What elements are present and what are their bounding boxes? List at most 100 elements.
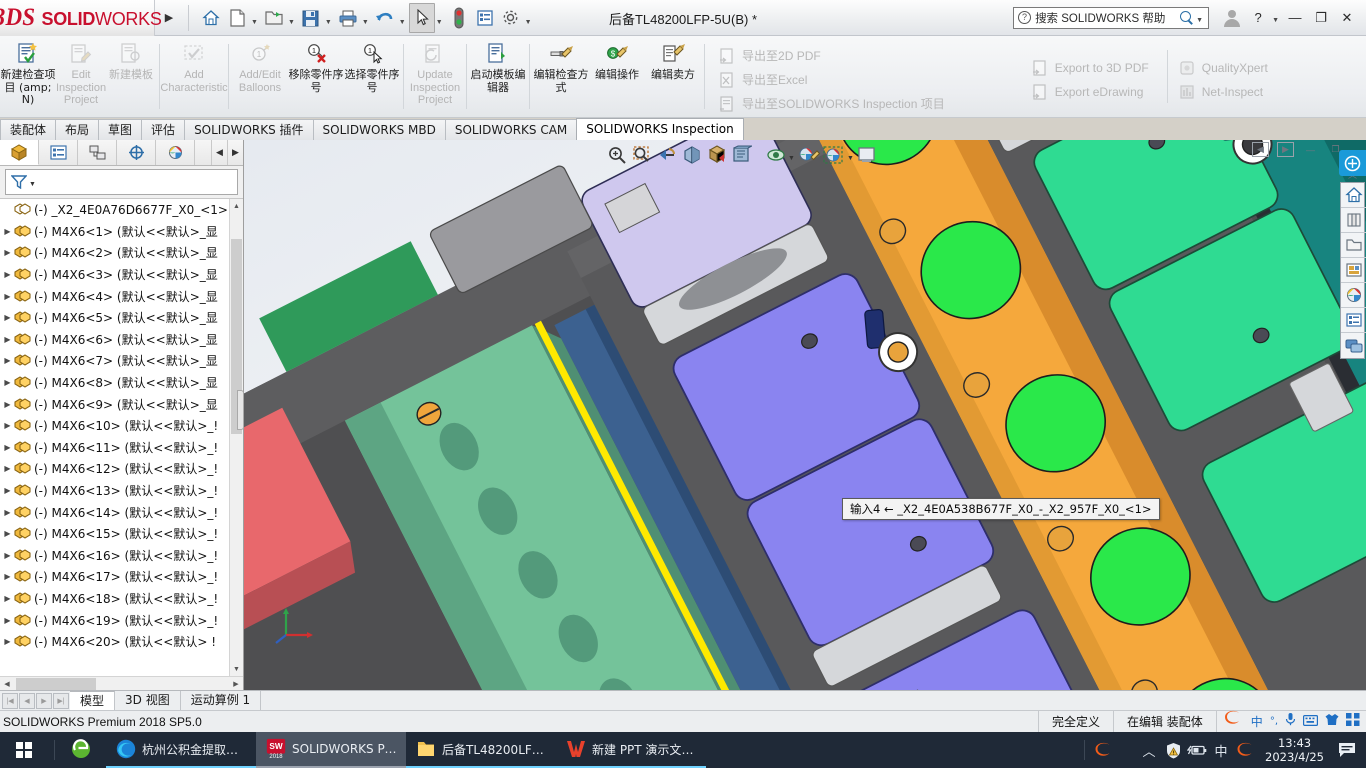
print-dropdown-icon[interactable]: ▼: [361, 19, 372, 26]
taskbar-app-browser[interactable]: [61, 732, 106, 768]
ime-toolbox-icon[interactable]: [1346, 711, 1360, 733]
feature-tree[interactable]: (-) _X2_4E0A76D6677F_X0_<1> ▶ (-) M4X6<1…: [0, 198, 243, 690]
doc-tab-motion-study[interactable]: 运动算例 1: [181, 691, 262, 710]
tree-expand-toggle[interactable]: ▶: [1, 529, 14, 538]
rebuild-icon[interactable]: [446, 3, 472, 33]
ime-chinese-icon[interactable]: 中: [1209, 741, 1233, 760]
add-characteristic-button[interactable]: Add Characteristic: [160, 36, 228, 117]
tab-solidworks-addins[interactable]: SOLIDWORKS 插件: [184, 119, 314, 140]
tree-expand-toggle[interactable]: ▶: [1, 616, 14, 625]
display-style-icon[interactable]: [729, 143, 754, 167]
tree-item-m4x6-15[interactable]: ▶ (-) M4X6<15> (默认<<默认>_!: [0, 523, 229, 545]
undo-dropdown-icon[interactable]: ▼: [398, 19, 409, 26]
tab-evaluate[interactable]: 评估: [141, 119, 186, 140]
horizontal-scroll-thumb[interactable]: [16, 678, 96, 690]
view-orientation-icon[interactable]: [704, 143, 729, 167]
remove-balloon-button[interactable]: 1 移除零件序号: [288, 36, 344, 117]
appearances-scenes-icon[interactable]: [1341, 283, 1366, 308]
action-center-icon[interactable]: [1332, 742, 1362, 758]
minimize-button[interactable]: —: [1282, 3, 1308, 33]
tree-item-m4x6-1[interactable]: ▶ (-) M4X6<1> (默认<<默认>_显: [0, 221, 229, 243]
export-edrawing-item[interactable]: Export eDrawing: [1029, 80, 1157, 104]
tree-item-m4x6-10[interactable]: ▶ (-) M4X6<10> (默认<<默认>_!: [0, 415, 229, 437]
update-inspection-project-button[interactable]: Update Inspection Project: [407, 36, 463, 117]
feature-tree-horizontal-scrollbar[interactable]: ◀ ▶: [0, 676, 243, 690]
panel-resize-grip[interactable]: [237, 390, 244, 430]
restore-button[interactable]: ❐: [1308, 3, 1334, 33]
new-template-button[interactable]: 新建模板: [106, 36, 156, 117]
tree-expand-toggle[interactable]: ▶: [1, 443, 14, 452]
save-dropdown-icon[interactable]: ▼: [324, 19, 335, 26]
tree-expand-toggle[interactable]: ▶: [1, 335, 14, 344]
tree-item-root-part[interactable]: (-) _X2_4E0A76D6677F_X0_<1>: [0, 199, 229, 221]
edit-operation-button[interactable]: $ 编辑操作: [589, 36, 645, 117]
taskbar-app-wps[interactable]: 新建 PPT 演示文稿...: [556, 732, 706, 768]
taskbar-app-solidworks[interactable]: SW 2018 SOLIDWORKS Pr...: [256, 732, 406, 768]
tab-solidworks-inspection[interactable]: SOLIDWORKS Inspection: [576, 118, 744, 140]
tree-expand-toggle[interactable]: ▶: [1, 637, 14, 646]
sogou-tray-icon[interactable]: [1233, 741, 1257, 759]
select-balloon-button[interactable]: 1 选择零件序号: [344, 36, 400, 117]
custom-properties-icon[interactable]: [1341, 308, 1366, 333]
tree-item-m4x6-16[interactable]: ▶ (-) M4X6<16> (默认<<默认>_!: [0, 545, 229, 567]
tree-expand-toggle[interactable]: ▶: [1, 227, 14, 236]
previous-view-icon[interactable]: [654, 143, 679, 167]
apply-scene-dropdown-icon[interactable]: ▼: [847, 155, 854, 162]
tree-expand-toggle[interactable]: ▶: [1, 248, 14, 257]
tree-item-m4x6-4[interactable]: ▶ (-) M4X6<4> (默认<<默认>_显: [0, 285, 229, 307]
tree-expand-toggle[interactable]: ▶: [1, 378, 14, 387]
tree-item-m4x6-18[interactable]: ▶ (-) M4X6<18> (默认<<默认>_!: [0, 588, 229, 610]
export-inspection-project-item[interactable]: 导出至 SOLIDWORKS Inspection 项目: [716, 92, 953, 116]
tree-item-m4x6-19[interactable]: ▶ (-) M4X6<19> (默认<<默认>_!: [0, 609, 229, 631]
new-inspection-project-button[interactable]: 新建检查项目 (amp;N): [0, 36, 56, 117]
tree-item-m4x6-3[interactable]: ▶ (-) M4X6<3> (默认<<默认>_显: [0, 264, 229, 286]
search-icon[interactable]: [1179, 10, 1195, 26]
select-dropdown-icon[interactable]: ▼: [435, 19, 446, 26]
battery-charging-icon[interactable]: [1185, 743, 1209, 757]
options-dropdown-icon[interactable]: ▼: [524, 19, 535, 26]
tree-expand-toggle[interactable]: ▶: [1, 400, 14, 409]
security-warning-icon[interactable]: [1161, 742, 1185, 759]
tree-expand-toggle[interactable]: ▶: [1, 572, 14, 581]
save-icon[interactable]: [298, 3, 324, 33]
zoom-to-area-icon[interactable]: [629, 143, 654, 167]
undo-icon[interactable]: [372, 3, 398, 33]
feature-manager-tab[interactable]: [0, 140, 39, 165]
tab-sketch[interactable]: 草图: [98, 119, 143, 140]
tree-expand-toggle[interactable]: ▶: [1, 313, 14, 322]
manager-tab-next[interactable]: ▶: [227, 140, 243, 165]
scroll-right-arrow-icon[interactable]: ▶: [229, 677, 243, 690]
tree-item-m4x6-8[interactable]: ▶ (-) M4X6<8> (默认<<默认>_显: [0, 372, 229, 394]
zoom-to-fit-icon[interactable]: [604, 143, 629, 167]
file-explorer-icon[interactable]: [1341, 233, 1366, 258]
search-dropdown-icon[interactable]: ▼: [1195, 17, 1206, 24]
new-document-icon[interactable]: [224, 3, 250, 33]
apply-scene-icon[interactable]: [822, 143, 847, 167]
qualityxpert-item[interactable]: QualityXpert: [1176, 56, 1276, 80]
launch-template-editor-button[interactable]: 启动模板编辑器: [470, 36, 526, 117]
tree-expand-toggle[interactable]: ▶: [1, 464, 14, 473]
tree-item-m4x6-11[interactable]: ▶ (-) M4X6<11> (默认<<默认>_!: [0, 437, 229, 459]
print-icon[interactable]: [335, 3, 361, 33]
ime-keyboard-icon[interactable]: [1303, 711, 1319, 733]
tree-item-m4x6-20[interactable]: ▶ (-) M4X6<20> (默认<<默认> !: [0, 631, 229, 653]
tree-item-m4x6-5[interactable]: ▶ (-) M4X6<5> (默认<<默认>_显: [0, 307, 229, 329]
tab-solidworks-mbd[interactable]: SOLIDWORKS MBD: [312, 119, 446, 140]
manager-tab-prev[interactable]: ◀: [211, 140, 227, 165]
dimxpert-manager-tab[interactable]: [117, 140, 156, 165]
configuration-manager-tab[interactable]: [78, 140, 117, 165]
export-3d-pdf-item[interactable]: Export to 3D PDF: [1029, 56, 1157, 80]
ime-chinese-mode-icon[interactable]: 中: [1251, 711, 1263, 733]
scroll-left-arrow-icon[interactable]: ◀: [0, 677, 14, 690]
feature-tree-filter[interactable]: ▼: [5, 169, 238, 195]
restore-previous-view-icon[interactable]: ◀: [1252, 142, 1269, 157]
help-dropdown-icon[interactable]: ▼: [1271, 17, 1282, 24]
ime-voice-input-icon[interactable]: [1285, 711, 1296, 733]
tree-item-m4x6-12[interactable]: ▶ (-) M4X6<12> (默认<<默认>_!: [0, 458, 229, 480]
task-pane-tab[interactable]: [1339, 150, 1366, 176]
taskbar-app-edge[interactable]: 杭州公积金提取新...: [106, 732, 256, 768]
tree-expand-toggle[interactable]: ▶: [1, 356, 14, 365]
tab-assembly[interactable]: 装配体: [0, 119, 57, 140]
tree-expand-toggle[interactable]: ▶: [1, 486, 14, 495]
section-view-icon[interactable]: [679, 143, 704, 167]
